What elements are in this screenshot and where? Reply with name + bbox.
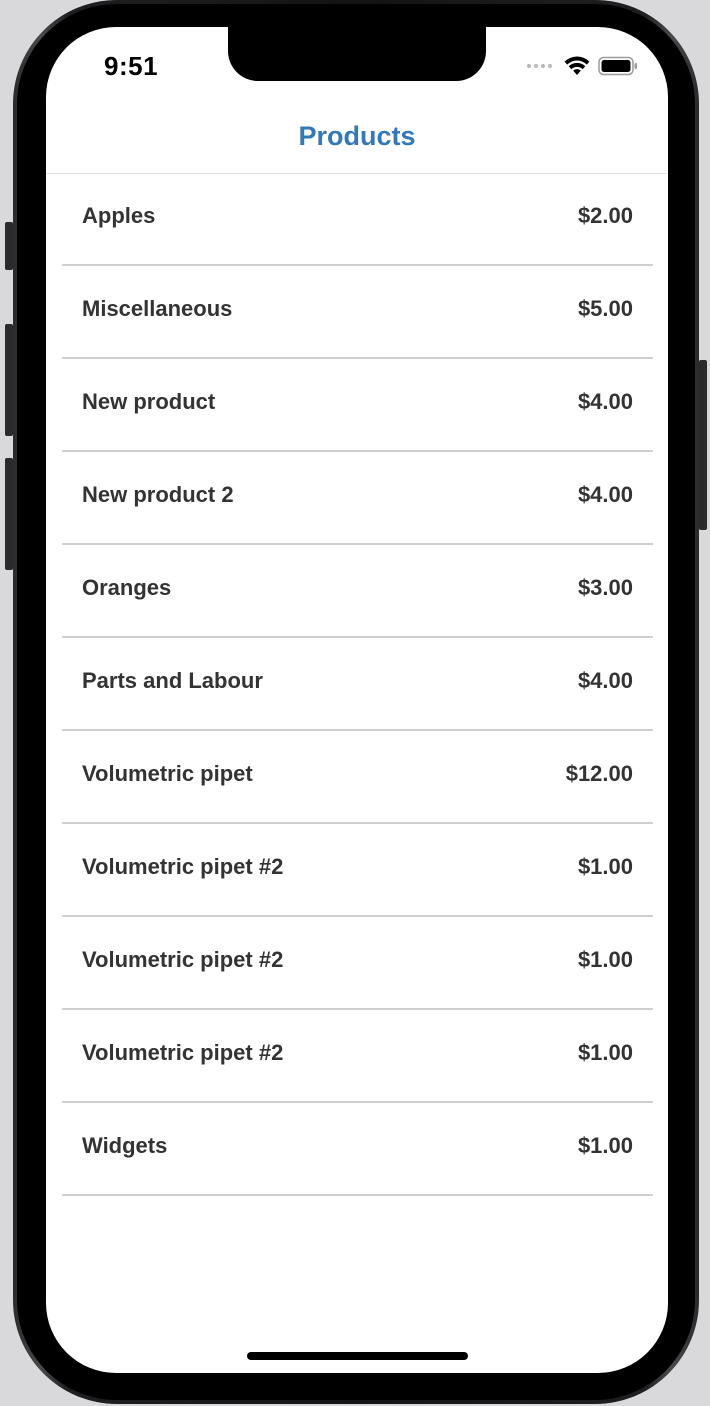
signal-dots-icon — [527, 64, 552, 68]
product-price: $3.00 — [577, 575, 633, 600]
product-row[interactable]: New product $4.00 — [62, 359, 653, 452]
battery-icon — [598, 56, 637, 76]
product-name: Volumetric pipet — [82, 761, 253, 786]
status-icons — [527, 56, 638, 76]
product-price: $5.00 — [577, 296, 633, 321]
product-price: $1.00 — [577, 947, 633, 972]
product-name: New product — [82, 389, 216, 414]
product-row[interactable]: Widgets $1.00 — [62, 1103, 653, 1196]
product-name: Apples — [82, 203, 156, 228]
product-row[interactable]: Parts and Labour $4.00 — [62, 638, 653, 731]
product-price: $4.00 — [577, 389, 633, 414]
product-name: Miscellaneous — [82, 296, 233, 321]
page-title: Products — [298, 121, 416, 151]
product-row[interactable]: Volumetric pipet #2 $1.00 — [62, 1010, 653, 1103]
product-price: $4.00 — [577, 668, 633, 693]
product-row[interactable]: Apples $2.00 — [62, 173, 653, 266]
product-name: Oranges — [82, 575, 172, 600]
product-name: Volumetric pipet #2 — [82, 947, 284, 972]
product-name: Volumetric pipet #2 — [82, 854, 284, 879]
product-price: $1.00 — [577, 854, 633, 879]
product-row[interactable]: Volumetric pipet #2 $1.00 — [62, 917, 653, 1010]
product-price: $2.00 — [577, 203, 633, 228]
home-indicator[interactable] — [247, 1352, 468, 1360]
product-name: Parts and Labour — [82, 668, 263, 693]
wifi-icon — [564, 56, 590, 75]
product-name: Widgets — [82, 1133, 168, 1158]
product-list: Apples $2.00 Miscellaneous $5.00 New product… — [62, 173, 653, 1196]
volume-up-button — [5, 324, 13, 436]
product-price: $12.00 — [565, 761, 633, 786]
product-row[interactable]: Volumetric pipet $12.00 — [62, 731, 653, 824]
volume-down-button — [5, 458, 13, 570]
product-row[interactable]: New product 2 $4.00 — [62, 452, 653, 545]
product-row[interactable]: Volumetric pipet #2 $1.00 — [62, 824, 653, 917]
notch — [228, 27, 486, 81]
navigation-bar: Products — [46, 107, 668, 174]
power-button — [699, 360, 707, 530]
product-row[interactable]: Oranges $3.00 — [62, 545, 653, 638]
product-name: New product 2 — [82, 482, 234, 507]
product-price: $1.00 — [577, 1133, 633, 1158]
silent-switch — [5, 222, 13, 270]
status-time: 9:51 — [104, 51, 159, 81]
product-price: $1.00 — [577, 1040, 633, 1065]
product-price: $4.00 — [577, 482, 633, 507]
app-screen: 9:51 Products Apples $2.00 Miscellaneous $5… — [46, 27, 668, 1373]
product-row[interactable]: Miscellaneous $5.00 — [62, 266, 653, 359]
product-name: Volumetric pipet #2 — [82, 1040, 284, 1065]
